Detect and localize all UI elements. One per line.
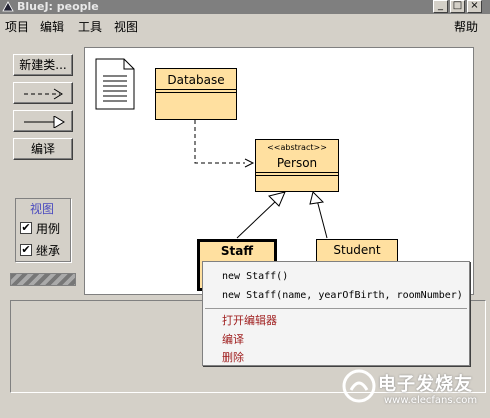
class-divider: [256, 172, 338, 173]
bluej-app-icon: [2, 1, 14, 12]
view-options-group: 视图 ✔ 用例 ✔ 继承: [15, 198, 71, 262]
class-stereotype: <<abstract>>: [267, 143, 327, 152]
menu-remove[interactable]: 删除: [222, 349, 244, 365]
staff-inherits-line: [236, 199, 278, 239]
inherits-checkbox[interactable]: ✔: [20, 244, 32, 256]
class-database[interactable]: Database: [155, 68, 237, 120]
menu-separator: [205, 308, 467, 309]
minimize-button[interactable]: _: [433, 0, 448, 13]
class-diagram-canvas[interactable]: Database <<abstract>> Person Staff Stude…: [84, 47, 474, 295]
view-group-title: 视图: [30, 202, 55, 216]
class-name: Person: [276, 156, 318, 170]
minimize-icon: _: [438, 0, 443, 11]
watermark-brand: 电子发烧友: [378, 374, 473, 395]
machine-activity-indicator: [10, 273, 76, 286]
maximize-button[interactable]: □: [450, 0, 465, 13]
class-context-menu: new Staff() new Staff(name, yearOfBirth,…: [202, 261, 470, 366]
student-inherits-arrowhead: [309, 191, 325, 205]
menu-tools[interactable]: 工具: [78, 18, 102, 35]
staff-inherits-arrowhead: [268, 191, 286, 207]
new-class-button[interactable]: 新建类...: [13, 54, 73, 76]
compile-button[interactable]: 编译: [13, 138, 73, 160]
window-title: BlueJ: people: [17, 0, 99, 13]
menu-constructor-full[interactable]: new Staff(name, yearOfBirth, roomNumber): [222, 290, 463, 301]
menu-project[interactable]: 项目: [5, 18, 29, 35]
class-name: Student: [333, 243, 381, 257]
inheritance-arrow-icon: [24, 116, 65, 128]
menu-compile[interactable]: 编译: [222, 331, 244, 347]
uses-arrow-button[interactable]: [13, 82, 73, 104]
uses-checkbox[interactable]: ✔: [20, 222, 32, 234]
checkmark-icon: ✔: [21, 221, 31, 234]
uses-label: 用例: [36, 222, 61, 236]
class-divider: [156, 92, 236, 93]
class-name: Database: [167, 73, 225, 87]
class-divider: [156, 89, 236, 90]
class-person[interactable]: <<abstract>> Person: [255, 139, 339, 192]
student-inherits-line: [316, 199, 328, 239]
inheritance-arrow-button[interactable]: [13, 110, 73, 132]
watermark: 电子发烧友 www.elecfans.com: [339, 366, 479, 412]
uses-arrow-line: [194, 120, 245, 164]
menu-bar: 项目 编辑 工具 视图 帮助: [0, 16, 490, 36]
menu-open-editor[interactable]: 打开编辑器: [222, 312, 277, 328]
watermark-logo-icon: [342, 369, 376, 403]
watermark-url: www.elecfans.com: [384, 395, 478, 406]
checkmark-icon: ✔: [21, 243, 31, 256]
maximize-icon: □: [452, 0, 463, 11]
menu-constructor-default[interactable]: new Staff(): [222, 271, 288, 282]
dashed-arrow-icon: [24, 88, 63, 100]
menu-view[interactable]: 视图: [114, 18, 138, 35]
class-divider: [256, 175, 338, 176]
close-button[interactable]: ×: [467, 0, 482, 13]
uses-arrowhead: [244, 158, 255, 168]
class-name: Staff: [220, 244, 254, 258]
title-bar: BlueJ: people _ □ ×: [0, 0, 490, 14]
menu-edit[interactable]: 编辑: [40, 18, 64, 35]
menu-help[interactable]: 帮助: [454, 18, 478, 35]
inherits-label: 继承: [36, 244, 61, 258]
close-icon: ×: [470, 0, 479, 11]
